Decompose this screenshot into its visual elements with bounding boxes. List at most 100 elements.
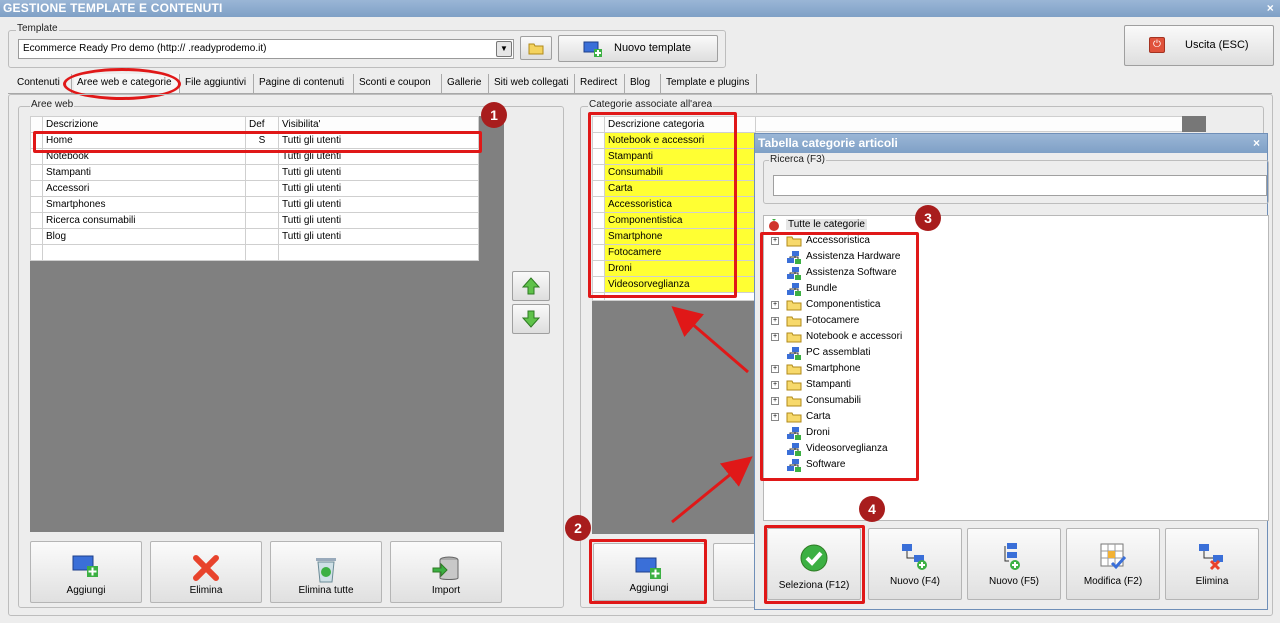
cell-visibilita: Tutti gli utenti — [278, 196, 479, 213]
tree-root[interactable]: Tutte le categorie — [764, 216, 1268, 233]
cell-def — [245, 212, 279, 229]
categorie-list-highlight — [588, 112, 737, 298]
chevron-down-icon[interactable]: ▼ — [496, 41, 512, 57]
elimina-categoria-button[interactable]: Elimina — [1165, 528, 1259, 600]
move-down-button[interactable] — [512, 304, 550, 334]
database-import-icon — [432, 556, 459, 580]
aggiungi-area-button[interactable]: Aggiungi — [30, 541, 142, 603]
tab-6[interactable]: Siti web collegati — [491, 74, 575, 93]
marker-4: 4 — [859, 496, 885, 522]
cell-def — [245, 196, 279, 213]
table-row[interactable]: Stampanti Tutti gli utenti — [30, 164, 479, 181]
marker-1: 1 — [481, 102, 507, 128]
exit-label: Uscita (ESC) — [1185, 39, 1249, 51]
cell-def — [245, 164, 279, 181]
row-indicator — [30, 212, 43, 229]
new-subnode-icon — [1004, 543, 1020, 570]
elimina-area-button[interactable]: Elimina — [150, 541, 262, 603]
empty-cell — [245, 244, 279, 261]
categorie-area-label: Categorie associate all'area — [588, 99, 714, 110]
cell-descrizione: Accessori — [42, 180, 246, 197]
nuovo-f4-label: Nuovo (F4) — [889, 576, 940, 587]
marker-3: 3 — [915, 205, 941, 231]
aggiungi-highlight — [589, 539, 707, 604]
home-row-highlight — [33, 131, 482, 153]
edit-table-icon — [1100, 543, 1127, 570]
tree-highlight — [760, 232, 919, 481]
table-row[interactable]: Blog Tutti gli utenti — [30, 228, 479, 245]
delete-x-icon — [193, 555, 219, 581]
seleziona-highlight — [764, 525, 865, 604]
elimina-categoria-label: Elimina — [1195, 576, 1229, 587]
aree-web-label: Aree web — [30, 99, 75, 110]
template-group-label: Template — [16, 23, 59, 34]
empty-cell — [42, 244, 246, 261]
partially-hidden-button[interactable] — [713, 543, 757, 601]
cell-descrizione: Smartphones — [42, 196, 246, 213]
add-window-icon — [72, 555, 98, 577]
cell-visibilita: Tutti gli utenti — [278, 180, 479, 197]
root-category-icon — [769, 219, 779, 231]
scrollbar-stub[interactable] — [1182, 116, 1206, 132]
window-title: GESTIONE TEMPLATE E CONTENUTI — [3, 1, 223, 15]
import-label: Import — [431, 585, 461, 596]
nuovo-f4-button[interactable]: Nuovo (F4) — [868, 528, 962, 600]
nuovo-f5-label: Nuovo (F5) — [988, 576, 1039, 587]
delete-node-icon — [1199, 544, 1223, 571]
cell-def — [245, 228, 279, 245]
tab-8[interactable]: Blog — [627, 74, 661, 93]
move-up-button[interactable] — [512, 271, 550, 301]
row-indicator — [30, 228, 43, 245]
nuovo-f5-button[interactable]: Nuovo (F5) — [967, 528, 1061, 600]
new-node-icon — [902, 544, 927, 570]
table-row[interactable]: Smartphones Tutti gli utenti — [30, 196, 479, 213]
dialog-titlebar: Tabella categorie articoli × — [755, 134, 1267, 153]
tab-9[interactable]: Template e plugins — [663, 74, 757, 93]
elimina-tutte-button[interactable]: Elimina tutte — [270, 541, 382, 603]
aggiungi-area-label: Aggiungi — [66, 585, 106, 596]
tab-2[interactable]: File aggiuntivi — [182, 74, 254, 93]
search-input[interactable] — [773, 175, 1267, 196]
add-window-icon — [583, 41, 602, 57]
table-row[interactable]: Accessori Tutti gli utenti — [30, 180, 479, 197]
template-select-value: Ecommerce Ready Pro demo (http:// .ready… — [23, 43, 267, 54]
empty-row[interactable] — [30, 244, 479, 261]
tab-3[interactable]: Pagine di contenuti — [256, 74, 354, 93]
tab-7[interactable]: Redirect — [577, 74, 625, 93]
window-titlebar: GESTIONE TEMPLATE E CONTENUTI × — [0, 0, 1280, 17]
cell-visibilita: Tutti gli utenti — [278, 164, 479, 181]
modifica-label: Modifica (F2) — [1083, 576, 1143, 587]
close-icon[interactable]: × — [1267, 0, 1274, 17]
dialog-title: Tabella categorie articoli — [758, 136, 898, 150]
cell-visibilita: Tutti gli utenti — [278, 212, 479, 229]
tab-4[interactable]: Sconti e coupon — [356, 74, 442, 93]
elimina-area-label: Elimina — [189, 585, 223, 596]
modifica-button[interactable]: Modifica (F2) — [1066, 528, 1160, 600]
row-indicator — [30, 196, 43, 213]
recycle-bin-icon — [316, 558, 336, 583]
cell-descrizione: Stampanti — [42, 164, 246, 181]
new-template-label: Nuovo template — [614, 42, 692, 54]
categorie-dialog: Tabella categorie articoli × Ricerca (F3… — [754, 133, 1269, 610]
dialog-close-icon[interactable]: × — [1253, 134, 1260, 153]
folder-icon — [528, 43, 544, 55]
tree-root-label: Tutte le categorie — [786, 219, 867, 230]
open-folder-button[interactable] — [520, 36, 552, 60]
new-template-button[interactable]: Nuovo template — [558, 35, 718, 62]
marker-2: 2 — [565, 515, 591, 541]
cell-def — [245, 180, 279, 197]
table-row[interactable]: Ricerca consumabili Tutti gli utenti — [30, 212, 479, 229]
arrow-down-icon — [521, 310, 541, 328]
row-indicator — [30, 164, 43, 181]
import-button[interactable]: Import — [390, 541, 502, 603]
cell-descrizione: Ricerca consumabili — [42, 212, 246, 229]
empty-cell — [30, 244, 43, 261]
empty-cell — [278, 244, 479, 261]
power-icon: ⏻ — [1149, 37, 1165, 53]
exit-button[interactable]: ⏻ Uscita (ESC) — [1124, 25, 1274, 66]
cell-visibilita: Tutti gli utenti — [278, 228, 479, 245]
cell-descrizione: Blog — [42, 228, 246, 245]
template-select[interactable]: Ecommerce Ready Pro demo (http:// .ready… — [18, 39, 514, 59]
tab-5[interactable]: Gallerie — [444, 74, 489, 93]
arrow-up-icon — [521, 277, 541, 295]
